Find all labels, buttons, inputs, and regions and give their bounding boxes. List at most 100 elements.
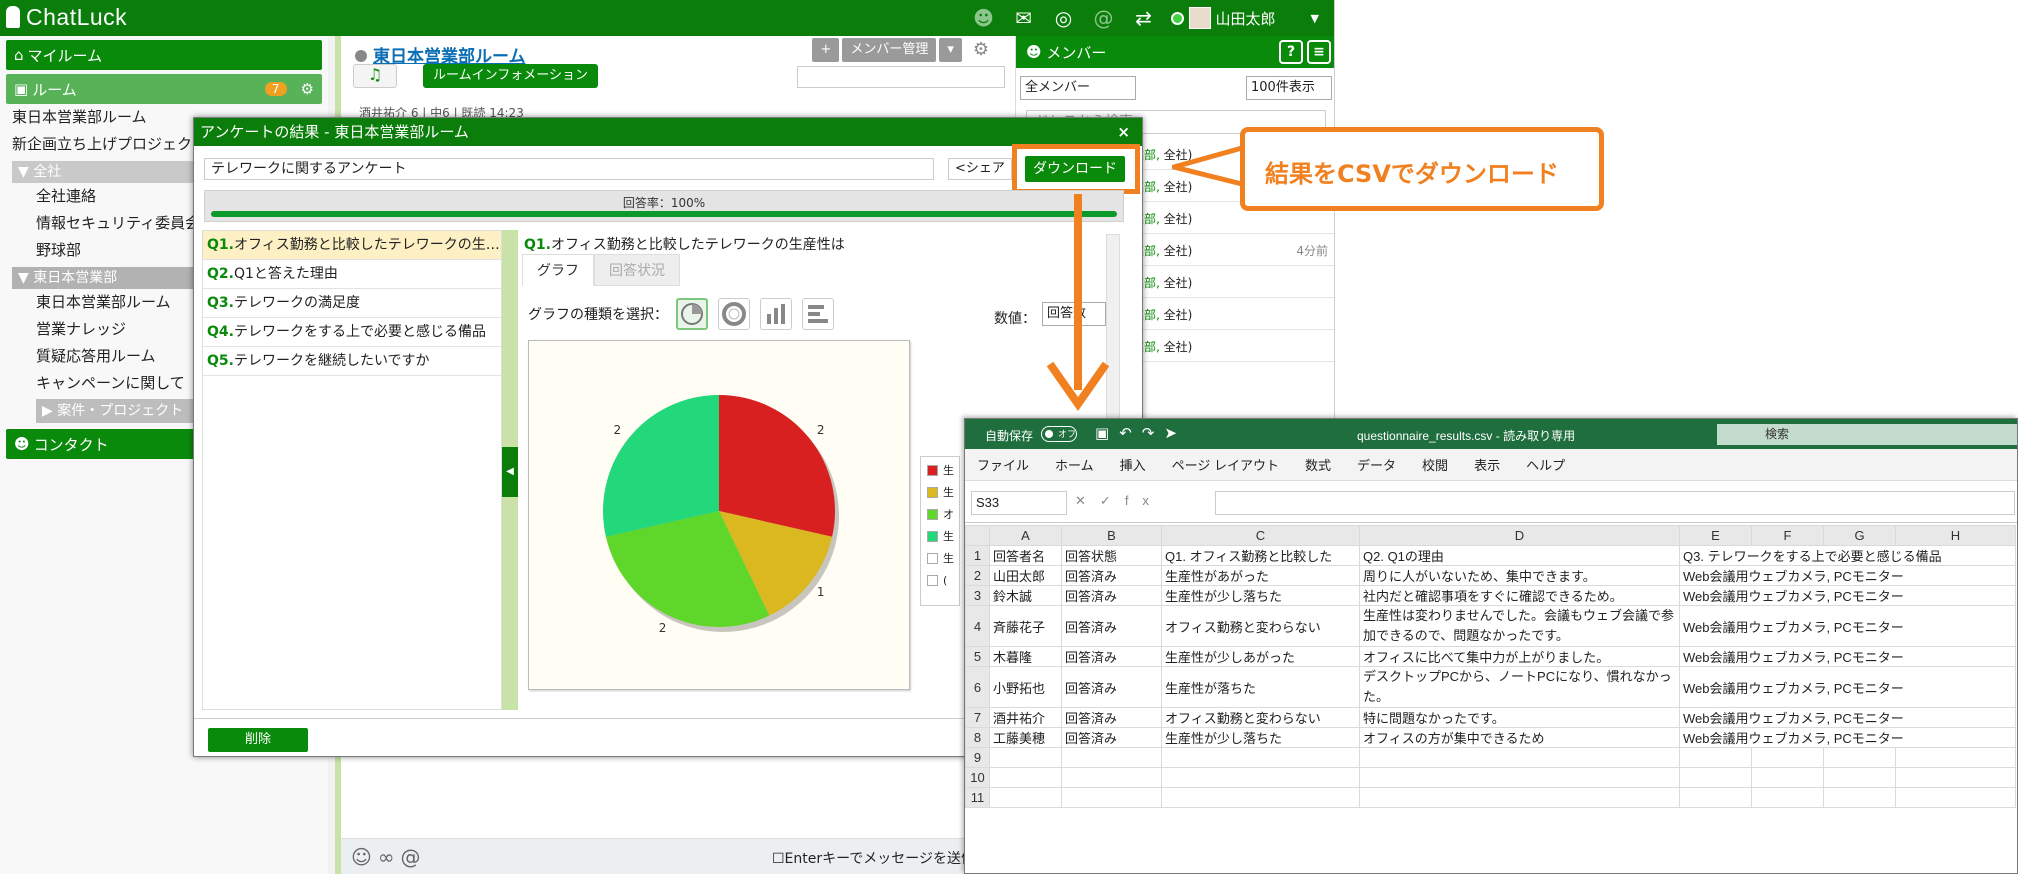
column-header[interactable]: G: [1823, 525, 1896, 546]
check-icon[interactable]: ✓: [1100, 493, 1125, 508]
row-header[interactable]: 9: [965, 747, 990, 768]
table-cell[interactable]: [1061, 767, 1162, 788]
legend-item[interactable]: 生: [927, 549, 959, 567]
table-cell[interactable]: オフィスの方が集中できるため: [1359, 727, 1680, 748]
pie-chart-icon[interactable]: [676, 298, 708, 330]
table-cell[interactable]: 山田太郎: [989, 565, 1062, 586]
brand-logo[interactable]: ChatLuck: [6, 4, 127, 31]
table-cell[interactable]: Web会議用ウェブカメラ, PCモニター: [1679, 646, 2016, 667]
table-cell[interactable]: [989, 787, 1062, 808]
ribbon-tab[interactable]: 校閲: [1422, 455, 1448, 474]
legend-item[interactable]: 生: [927, 527, 959, 545]
horizontal-bar-chart-icon[interactable]: [802, 298, 834, 330]
fx-icon[interactable]: fx: [1125, 493, 1163, 508]
chat-icon[interactable]: ✉: [1011, 5, 1037, 31]
user-menu[interactable]: 山田太郎 ▼: [1170, 7, 1319, 29]
table-cell[interactable]: 鈴木誠: [989, 585, 1062, 606]
table-cell[interactable]: 社内だと確認事項をすぐに確認できるため。: [1359, 585, 1680, 606]
table-cell[interactable]: [1751, 747, 1824, 768]
ribbon-tab[interactable]: ホーム: [1055, 455, 1094, 474]
table-cell[interactable]: [1161, 787, 1360, 808]
question-item[interactable]: Q5.テレワークを継続したいですか: [203, 347, 501, 376]
table-cell[interactable]: Web会議用ウェブカメラ, PCモニター: [1679, 565, 2016, 586]
table-cell[interactable]: 回答状態: [1061, 545, 1162, 566]
table-cell[interactable]: Web会議用ウェブカメラ, PCモニター: [1679, 666, 2016, 708]
table-cell[interactable]: [1061, 747, 1162, 768]
table-cell[interactable]: オフィス勤務と変わらない: [1161, 707, 1360, 728]
row-header[interactable]: 2: [965, 565, 990, 586]
bar-chart-icon[interactable]: [760, 298, 792, 330]
table-cell[interactable]: [1359, 767, 1680, 788]
share-button[interactable]: <シェア: [948, 158, 1012, 180]
table-cell[interactable]: デスクトップPCから、ノートPCになり、慣れなかった。: [1359, 666, 1680, 708]
per-page-select[interactable]: 100件表示: [1246, 76, 1332, 100]
table-cell[interactable]: [1751, 767, 1824, 788]
table-cell[interactable]: 生産性が少しあがった: [1161, 646, 1360, 667]
row-header[interactable]: 8: [965, 727, 990, 748]
close-icon[interactable]: ×: [1117, 118, 1130, 146]
row-header[interactable]: 7: [965, 707, 990, 728]
table-cell[interactable]: 回答済み: [1061, 646, 1162, 667]
sidebar-my-room[interactable]: ⌂ マイルーム: [6, 40, 322, 70]
download-button[interactable]: ダウンロード: [1025, 156, 1125, 182]
table-cell[interactable]: [1359, 787, 1680, 808]
table-cell[interactable]: [1679, 787, 1752, 808]
enter-to-send-checkbox[interactable]: ☐Enterキーでメッセージを送信: [772, 848, 975, 868]
table-cell[interactable]: [1823, 767, 1896, 788]
table-cell[interactable]: 回答済み: [1061, 727, 1162, 748]
table-cell[interactable]: 回答者名: [989, 545, 1062, 566]
cancel-icon[interactable]: ✕: [1075, 493, 1100, 508]
column-header[interactable]: C: [1161, 525, 1360, 546]
column-header[interactable]: E: [1679, 525, 1752, 546]
table-cell[interactable]: 小野拓也: [989, 666, 1062, 708]
tab-status[interactable]: 回答状況: [594, 254, 680, 286]
row-header[interactable]: 11: [965, 787, 990, 808]
row-header[interactable]: 10: [965, 767, 990, 788]
redo-icon[interactable]: ↷: [1142, 425, 1165, 442]
table-cell[interactable]: 酒井祐介: [989, 707, 1062, 728]
delete-button[interactable]: 削除: [208, 728, 308, 752]
row-header[interactable]: 5: [965, 646, 990, 667]
row-header[interactable]: 4: [965, 605, 990, 647]
formula-input[interactable]: [1215, 491, 2015, 515]
question-item[interactable]: Q1.オフィス勤務と比較したテレワークの生…: [203, 231, 501, 260]
ribbon-tab[interactable]: ページ レイアウト: [1172, 455, 1279, 474]
table-cell[interactable]: [1823, 787, 1896, 808]
table-cell[interactable]: Web会議用ウェブカメラ, PCモニター: [1679, 707, 2016, 728]
person-icon[interactable]: ☻: [971, 5, 997, 31]
member-admin-button[interactable]: メンバー管理: [842, 38, 937, 62]
table-cell[interactable]: Web会議用ウェブカメラ, PCモニター: [1679, 727, 2016, 748]
globe-icon[interactable]: ◎: [1051, 5, 1077, 31]
legend-item[interactable]: オ: [927, 505, 959, 523]
table-cell[interactable]: [1895, 747, 2016, 768]
at-icon[interactable]: @: [1091, 5, 1117, 31]
row-header[interactable]: 1: [965, 545, 990, 566]
question-item[interactable]: Q2.Q1と答えた理由: [203, 260, 501, 289]
table-cell[interactable]: 木暮隆: [989, 646, 1062, 667]
table-cell[interactable]: [1679, 747, 1752, 768]
table-cell[interactable]: 回答済み: [1061, 707, 1162, 728]
survey-name-field[interactable]: テレワークに関するアンケート: [204, 158, 934, 180]
chevron-down-icon[interactable]: ▼: [1311, 12, 1319, 25]
ribbon-tab[interactable]: ヘルプ: [1526, 455, 1565, 474]
table-cell[interactable]: 工藤美穂: [989, 727, 1062, 748]
tab-graph[interactable]: グラフ: [522, 254, 594, 286]
swap-icon[interactable]: ⇄: [1131, 5, 1157, 31]
ribbon-tab[interactable]: データ: [1357, 455, 1396, 474]
table-cell[interactable]: 回答済み: [1061, 605, 1162, 647]
legend-item[interactable]: 生: [927, 461, 959, 479]
collapse-handle-icon[interactable]: ◀: [502, 447, 518, 497]
table-cell[interactable]: [1895, 767, 2016, 788]
row-header[interactable]: 6: [965, 666, 990, 708]
table-cell[interactable]: [1895, 787, 2016, 808]
at-icon[interactable]: @: [401, 845, 427, 869]
table-cell[interactable]: [989, 747, 1062, 768]
list-icon[interactable]: ≡: [1307, 40, 1331, 64]
room-info-button[interactable]: ルームインフォメーション: [423, 64, 598, 88]
table-cell[interactable]: 斉藤花子: [989, 605, 1062, 647]
table-cell[interactable]: Q1. オフィス勤務と比較した: [1161, 545, 1360, 566]
table-cell[interactable]: Web会議用ウェブカメラ, PCモニター: [1679, 585, 2016, 606]
column-header[interactable]: F: [1751, 525, 1824, 546]
attach-icon[interactable]: ∞: [378, 845, 401, 869]
gear-icon[interactable]: ⚙: [964, 38, 997, 62]
